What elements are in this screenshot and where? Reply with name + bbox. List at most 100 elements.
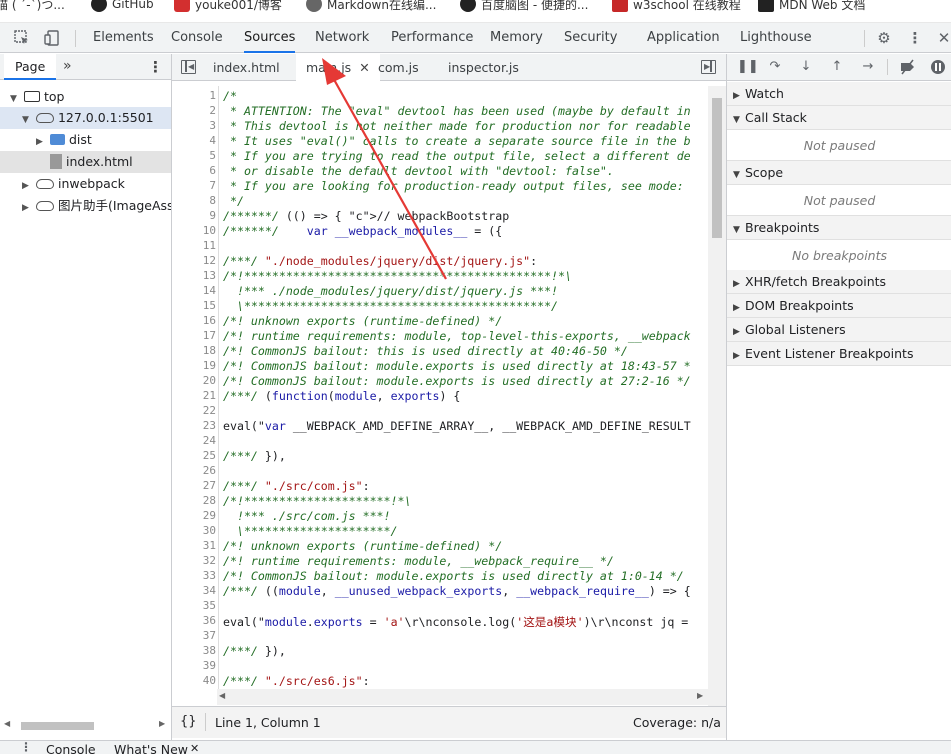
bookmark-item[interactable]: 喵 ( ´-`)つ... (0, 0, 65, 13)
line-number[interactable]: 21 (172, 389, 216, 402)
line-number[interactable]: 9 (172, 209, 216, 222)
tab-page[interactable]: Page (4, 54, 57, 80)
line-number[interactable]: 29 (172, 509, 216, 522)
pause-icon[interactable]: ❚❚ (737, 59, 759, 75)
line-number[interactable]: 31 (172, 539, 216, 552)
line-number[interactable]: 39 (172, 659, 216, 672)
line-number[interactable]: 18 (172, 344, 216, 357)
line-number[interactable]: 4 (172, 134, 216, 147)
navigator-menu-icon[interactable]: ⋮ (148, 58, 163, 76)
line-number[interactable]: 15 (172, 299, 216, 312)
step-into-icon[interactable]: ↓ (798, 59, 814, 75)
line-number[interactable]: 26 (172, 464, 216, 477)
bookmark-item[interactable]: Markdown在线编... (306, 0, 436, 13)
editor-tab-main-js[interactable]: main.js ✕ (296, 54, 380, 81)
line-number[interactable]: 30 (172, 524, 216, 537)
step-icon[interactable]: → (860, 59, 876, 75)
section-global-listeners[interactable]: ▶ Global Listeners (727, 318, 951, 342)
line-number[interactable]: 5 (172, 149, 216, 162)
line-number[interactable]: 8 (172, 194, 216, 207)
section-scope[interactable]: ▼ Scope (727, 161, 951, 185)
section-call-stack[interactable]: ▼ Call Stack (727, 106, 951, 130)
close-tab-icon[interactable]: ✕ (190, 742, 199, 754)
line-number[interactable]: 2 (172, 104, 216, 117)
editor-tab-inspector-js[interactable]: inspector.js (448, 54, 519, 81)
line-number[interactable]: 7 (172, 179, 216, 192)
inspect-element-icon[interactable] (13, 29, 31, 47)
line-number[interactable]: 14 (172, 284, 216, 297)
line-number[interactable]: 13 (172, 269, 216, 282)
more-options-icon[interactable]: ⋮ (906, 29, 924, 47)
line-number[interactable]: 34 (172, 584, 216, 597)
tab-sources[interactable]: Sources (244, 23, 296, 53)
toggle-navigator-icon[interactable]: ◀ (181, 60, 196, 74)
tree-item-index-html[interactable]: index.html (0, 151, 171, 173)
line-number[interactable]: 25 (172, 449, 216, 462)
drawer-menu-icon[interactable]: ⋮ (20, 741, 32, 754)
tab-console[interactable]: Console (171, 23, 223, 53)
scrollbar-thumb[interactable] (21, 722, 94, 730)
tree-item-inwebpack[interactable]: ▶ inwebpack (0, 173, 171, 195)
bookmark-item[interactable]: 百度脑图 - 便捷的... (460, 0, 588, 13)
bookmark-item[interactable]: MDN Web 文档 (758, 0, 865, 13)
pause-on-exceptions-icon[interactable] (930, 59, 946, 75)
line-number[interactable]: 37 (172, 629, 216, 642)
section-xhr-breakpoints[interactable]: ▶ XHR/fetch Breakpoints (727, 270, 951, 294)
scroll-right-icon[interactable]: ▶ (697, 691, 703, 700)
line-number[interactable]: 38 (172, 644, 216, 657)
line-number[interactable]: 40 (172, 674, 216, 687)
section-watch[interactable]: ▶ Watch (727, 82, 951, 106)
scroll-right-icon[interactable]: ▶ (159, 719, 165, 728)
toggle-debugger-icon[interactable]: ▶ (701, 60, 716, 74)
tab-memory[interactable]: Memory (490, 23, 543, 53)
editor-tab-index-html[interactable]: index.html (213, 54, 280, 81)
drawer-tab-console[interactable]: Console (46, 742, 96, 754)
tree-item-image-assistant[interactable]: ▶ 图片助手(ImageAss (0, 195, 171, 217)
line-number[interactable]: 33 (172, 569, 216, 582)
editor-vertical-scrollbar[interactable] (708, 86, 726, 706)
device-toolbar-icon[interactable] (43, 29, 61, 47)
close-tab-icon[interactable]: ✕ (359, 60, 369, 75)
line-number[interactable]: 17 (172, 329, 216, 342)
step-out-icon[interactable]: ↑ (829, 59, 845, 75)
tab-security[interactable]: Security (564, 23, 617, 53)
tree-item-host[interactable]: ▼ 127.0.0.1:5501 (0, 107, 171, 129)
bookmark-item[interactable]: GitHub (91, 0, 154, 13)
line-number[interactable]: 20 (172, 374, 216, 387)
line-number[interactable]: 1 (172, 89, 216, 102)
scrollbar-thumb[interactable] (712, 98, 722, 238)
code-editor[interactable]: 1 /* 2 * ATTENTION: The "eval" devtool has… (172, 86, 726, 689)
tab-elements[interactable]: Elements (93, 23, 154, 53)
section-dom-breakpoints[interactable]: ▶ DOM Breakpoints (727, 294, 951, 318)
scroll-left-icon[interactable]: ◀ (4, 719, 10, 728)
tab-application[interactable]: Application (647, 23, 720, 53)
line-number[interactable]: 22 (172, 404, 216, 417)
line-number[interactable]: 36 (172, 614, 216, 627)
line-number[interactable]: 16 (172, 314, 216, 327)
pretty-print-button[interactable]: {} (180, 714, 197, 729)
editor-tab-com-js[interactable]: com.js (378, 54, 419, 81)
line-number[interactable]: 19 (172, 359, 216, 372)
line-number[interactable]: 3 (172, 119, 216, 132)
deactivate-breakpoints-icon[interactable] (899, 59, 915, 75)
line-number[interactable]: 24 (172, 434, 216, 447)
line-number[interactable]: 27 (172, 479, 216, 492)
tab-network[interactable]: Network (315, 23, 369, 53)
bookmark-item[interactable]: w3school 在线教程 (612, 0, 741, 13)
tab-performance[interactable]: Performance (391, 23, 473, 53)
drawer-tab-whats-new[interactable]: What's New (114, 742, 188, 754)
section-event-listener-breakpoints[interactable]: ▶ Event Listener Breakpoints (727, 342, 951, 366)
line-number[interactable]: 6 (172, 164, 216, 177)
line-number[interactable]: 11 (172, 239, 216, 252)
tree-item-dist[interactable]: ▶ dist (0, 129, 171, 151)
close-devtools-icon[interactable]: ✕ (935, 29, 951, 47)
line-number[interactable]: 32 (172, 554, 216, 567)
tab-lighthouse[interactable]: Lighthouse (740, 23, 812, 53)
line-number[interactable]: 35 (172, 599, 216, 612)
editor-horizontal-scrollbar[interactable]: ◀ ▶ (217, 689, 708, 705)
settings-gear-icon[interactable]: ⚙ (875, 29, 893, 47)
section-breakpoints[interactable]: ▼ Breakpoints (727, 216, 951, 240)
line-number[interactable]: 28 (172, 494, 216, 507)
bookmark-item[interactable]: youke001/博客 (174, 0, 282, 13)
tree-item-top[interactable]: ▼ top (0, 86, 171, 108)
